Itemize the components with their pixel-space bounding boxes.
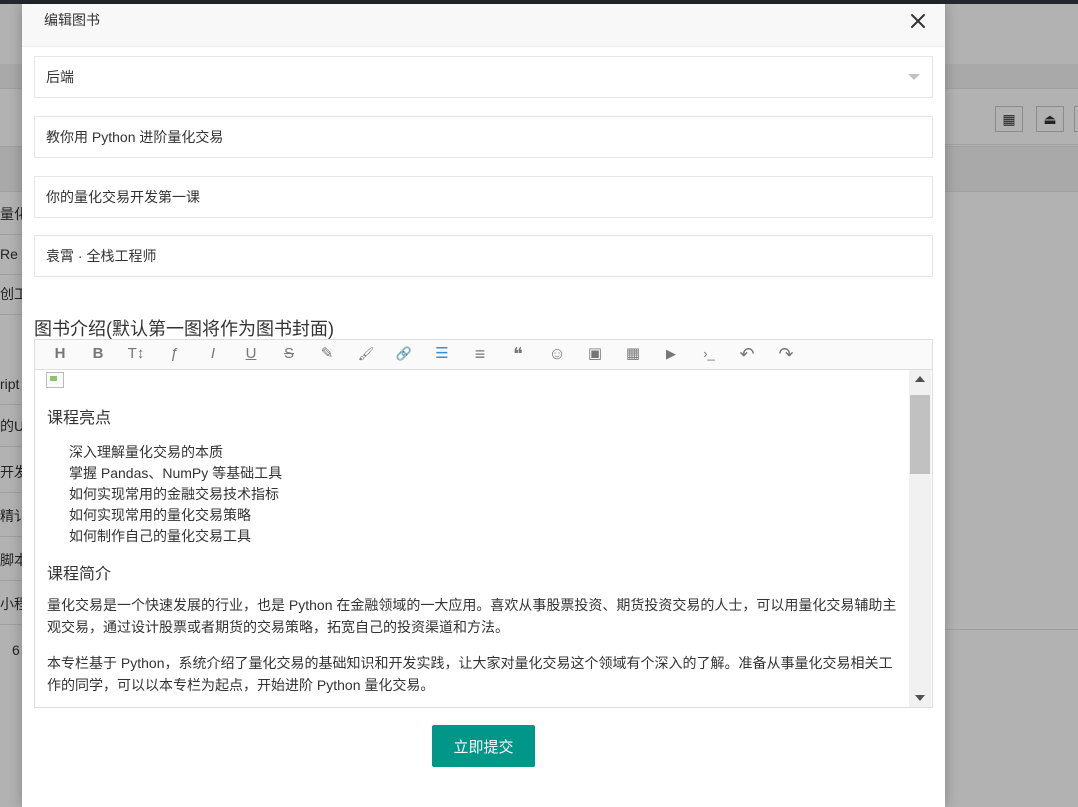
dialog-title: 编辑图书 xyxy=(44,12,100,28)
brush-icon[interactable]: 🖌 xyxy=(353,343,379,365)
list-item: 掌握 Pandas、NumPy 等基础工具 xyxy=(69,465,283,481)
table-icon[interactable]: ▦ xyxy=(620,343,646,365)
broken-image-icon xyxy=(46,372,64,388)
category-select[interactable]: 后端 xyxy=(34,56,933,98)
highlights-heading: 课程亮点 xyxy=(47,410,112,427)
scroll-down-arrow-icon[interactable] xyxy=(915,695,925,701)
align-icon[interactable]: ≡ xyxy=(467,343,493,365)
list-item: 如何实现常用的金融交易技术指标 xyxy=(69,486,279,502)
list-item: 如何制作自己的量化交易工具 xyxy=(69,528,251,544)
code-icon[interactable]: ›_ xyxy=(696,343,722,365)
edit-book-dialog: 编辑图书 后端 图书介绍(默认第一图将作为图书封面) H B T↕ ƒ I U … xyxy=(22,4,945,807)
intro-label: 图书介绍(默认第一图将作为图书封面) xyxy=(34,319,334,339)
heading-icon[interactable]: H xyxy=(47,343,73,365)
text-size-icon[interactable]: T↕ xyxy=(123,343,149,365)
scroll-up-arrow-icon[interactable] xyxy=(915,376,925,382)
dialog-header: 编辑图书 xyxy=(22,4,945,47)
underline-icon[interactable]: U xyxy=(238,343,264,365)
book-subtitle-input[interactable] xyxy=(34,176,933,218)
book-author-input[interactable] xyxy=(34,235,933,277)
scroll-thumb[interactable] xyxy=(910,395,930,474)
strikethrough-icon[interactable]: S xyxy=(276,343,302,365)
list-item: 深入理解量化交易的本质 xyxy=(69,444,223,460)
font-icon[interactable]: ƒ xyxy=(161,343,187,365)
category-select-value: 后端 xyxy=(46,69,74,85)
chevron-down-icon xyxy=(908,74,920,80)
editor-toolbar: H B T↕ ƒ I U S ✎ 🖌 🔗 ☰ ≡ ❝ ☺ ▣ ▦ ▶ ›_ ↶ … xyxy=(35,340,932,370)
undo-icon[interactable]: ↶ xyxy=(734,343,760,365)
italic-icon[interactable]: I xyxy=(200,343,226,365)
rich-text-editor: H B T↕ ƒ I U S ✎ 🖌 🔗 ☰ ≡ ❝ ☺ ▣ ▦ ▶ ›_ ↶ … xyxy=(34,339,933,708)
image-icon[interactable]: ▣ xyxy=(582,343,608,365)
close-icon[interactable] xyxy=(907,10,929,32)
intro-paragraph: 本专栏基于 Python，系统介绍了量化交易的基础知识和开发实践，让大家对量化交… xyxy=(47,655,893,693)
intro-heading: 课程简介 xyxy=(47,566,112,583)
submit-button[interactable]: 立即提交 xyxy=(432,725,535,767)
quote-icon[interactable]: ❝ xyxy=(505,343,531,365)
pen-icon[interactable]: ✎ xyxy=(314,343,340,365)
bold-icon[interactable]: B xyxy=(85,343,111,365)
editor-content[interactable]: 课程亮点 深入理解量化交易的本质 掌握 Pandas、NumPy 等基础工具 如… xyxy=(35,370,908,707)
editor-scrollbar[interactable] xyxy=(909,370,931,707)
link-icon[interactable]: 🔗 xyxy=(391,343,417,365)
video-icon[interactable]: ▶ xyxy=(658,343,684,365)
list-item: 如何实现常用的量化交易策略 xyxy=(69,507,251,523)
intro-paragraph: 量化交易是一个快速发展的行业，也是 Python 在金融领域的一大应用。喜欢从事… xyxy=(47,597,897,635)
book-title-input[interactable] xyxy=(34,116,933,158)
redo-icon[interactable]: ↷ xyxy=(773,343,799,365)
emoji-icon[interactable]: ☺ xyxy=(544,343,570,365)
list-icon[interactable]: ☰ xyxy=(429,343,455,365)
